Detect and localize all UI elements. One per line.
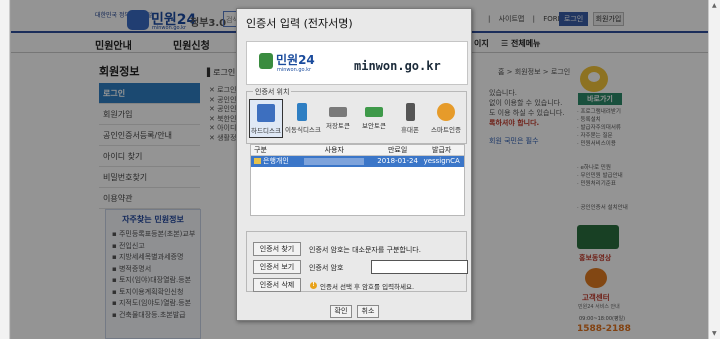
dialog-title: 인증서 입력 (전자서명) (246, 17, 353, 30)
cert-table: 구분 사용자 만료일 발급자 은행개인 2018-01-24 yessignCA (250, 144, 465, 216)
certificate-icon (254, 158, 261, 164)
cert-password-input[interactable] (371, 260, 468, 274)
cert-location-legend: 인증서 위치 (253, 87, 292, 97)
cert-type-cell: 은행개인 (251, 156, 293, 167)
cancel-button[interactable]: 취소 (357, 305, 379, 318)
cert-row[interactable]: 은행개인 2018-01-24 yessignCA (251, 156, 464, 167)
scroll-down-icon[interactable]: ▼ (712, 330, 717, 337)
banner-url: minwon.go.kr (354, 59, 441, 73)
security-token-icon (365, 107, 383, 117)
col-expiry-header[interactable]: 만료일 (376, 145, 420, 155)
location-removable-disk[interactable]: 이동식디스크 (285, 99, 321, 138)
location-storage-token[interactable]: 저장토큰 (321, 99, 355, 138)
find-cert-button[interactable]: 인증서 찾기 (253, 242, 301, 256)
dialog-banner: 민원24 minwon.go.kr minwon.go.kr (246, 41, 468, 85)
location-smart-auth[interactable]: 스마트인증 (429, 99, 463, 138)
cert-expiry-cell: 2018-01-24 (377, 157, 418, 165)
location-hard-disk[interactable]: 하드디스크 (249, 99, 283, 138)
scroll-up-icon[interactable]: ▲ (712, 2, 717, 9)
warning-icon: ! (310, 282, 317, 289)
location-security-token[interactable]: 보안토큰 (357, 99, 391, 138)
scrollbar[interactable]: ▲ ▼ (708, 0, 720, 339)
cert-location-group: 인증서 위치 하드디스크 이동식디스크 저장토큰 보안토큰 휴대폰 스마트인증 (246, 87, 467, 144)
view-cert-button[interactable]: 인증서 보기 (253, 260, 301, 274)
col-user-header[interactable]: 사용자 (293, 145, 376, 155)
masked-user-name (304, 157, 365, 165)
password-label: 인증서 암호 (309, 264, 344, 272)
case-sensitive-note: 인증서 암호는 대소문자를 구분합니다. (309, 246, 421, 254)
cert-actions-panel: 인증서 찾기 인증서 암호는 대소문자를 구분합니다. 인증서 보기 인증서 암… (246, 231, 468, 292)
location-mobile-phone[interactable]: 휴대폰 (393, 99, 427, 138)
warning-text: 인증서 선택 후 암호를 입력하세요. (320, 283, 415, 291)
cert-issuer-cell: yessignCA (423, 157, 460, 165)
window-frame-left (0, 0, 10, 339)
minwon24-banner-icon (259, 53, 273, 69)
cert-table-header: 구분 사용자 만료일 발급자 (251, 145, 464, 156)
mobile-phone-icon (405, 103, 415, 121)
delete-cert-button[interactable]: 인증서 삭제 (253, 278, 301, 292)
usb-drive-icon (297, 103, 307, 121)
hard-disk-icon (257, 104, 275, 122)
certificate-dialog: 인증서 입력 (전자서명) 민원24 minwon.go.kr minwon.g… (236, 8, 472, 321)
col-issuer-header[interactable]: 발급자 (419, 145, 464, 155)
token-icon (329, 107, 347, 117)
banner-logo: 민원24 (276, 53, 315, 67)
banner-logo-sub: minwon.go.kr (277, 67, 312, 73)
cert-user-cell (293, 156, 376, 167)
ok-button[interactable]: 확인 (330, 305, 352, 318)
col-type-header[interactable]: 구분 (251, 145, 293, 155)
smart-auth-icon (437, 103, 455, 121)
